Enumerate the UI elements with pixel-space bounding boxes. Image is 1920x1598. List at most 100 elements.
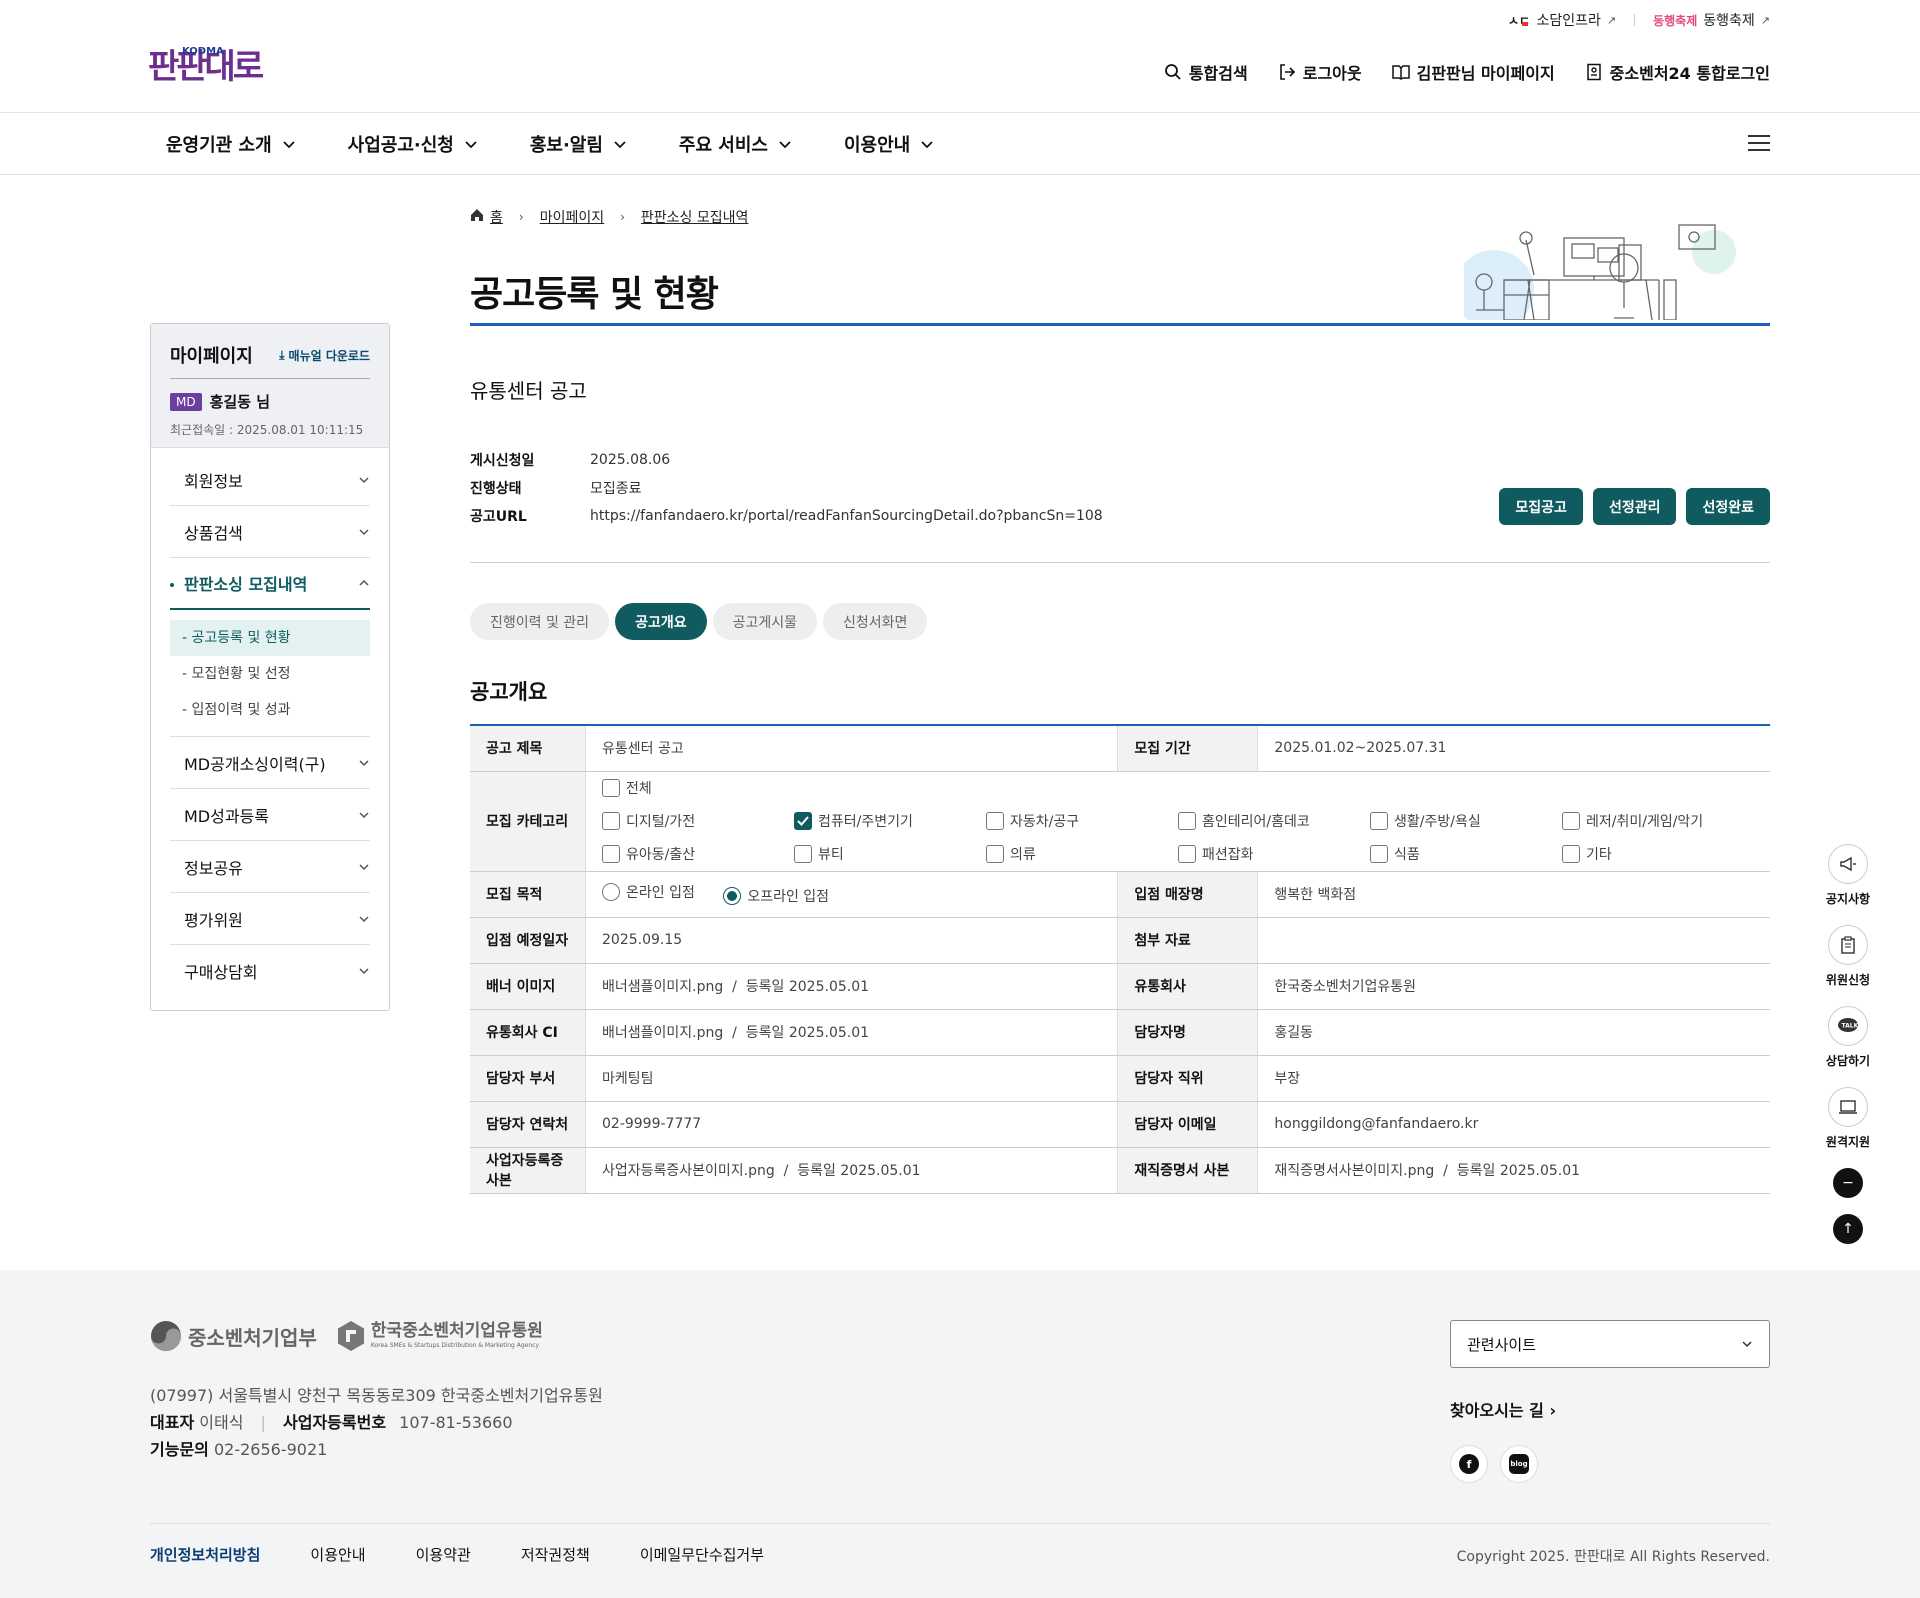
side-nav-header: 마이페이지 ⤓ 매뉴얼 다운로드 MD 홍길동 님 최근접속일 : 2025.08… [151, 324, 389, 448]
chevron-down-icon [614, 141, 626, 149]
checkbox-category[interactable]: 뷰티 [794, 844, 986, 864]
external-link-icon: ↗ [1606, 13, 1617, 27]
table-row: 모집 카테고리 전체 디지털/가전 컴퓨터/주변기기 자동차/공구 홈인테리어/… [470, 771, 1770, 872]
chevron-right-icon: › [518, 210, 524, 224]
table-row: 공고 제목 유통센터 공고 모집 기간 2025.01.02~2025.07.3… [470, 725, 1770, 772]
logout-icon [1279, 64, 1295, 80]
email-refusal-link[interactable]: 이메일무단수집거부 [640, 1544, 764, 1565]
sodam-link[interactable]: ㅅㄷ 소담인프라 ↗ [1508, 10, 1616, 30]
quick-menu: 공지사항 위원신청 TALK 상담하기 원격지원 − ↑ [1817, 844, 1879, 1260]
mypage-link[interactable]: 김판판님 마이페이지 [1391, 60, 1555, 84]
side-nav-sub-selection[interactable]: - 모집현황 및 선정 [170, 656, 370, 692]
gnb-item-guide[interactable]: 이용안내 [844, 113, 934, 175]
last-login: 최근접속일 : 2025.08.01 10:11:15 [170, 423, 364, 437]
gnb-item-about[interactable]: 운영기관 소개 [166, 113, 296, 175]
checkbox-category[interactable]: 의류 [986, 844, 1178, 864]
tab-overview[interactable]: 공고개요 [615, 603, 707, 640]
checkbox-category[interactable]: 자동차/공구 [986, 811, 1178, 831]
md-badge: MD [170, 392, 202, 411]
collapse-icon[interactable]: − [1833, 1168, 1863, 1198]
search-link[interactable]: 통합검색 [1164, 60, 1248, 84]
document-icon [1586, 63, 1601, 81]
scroll-top-icon[interactable]: ↑ [1833, 1214, 1863, 1244]
chevron-down-icon [359, 528, 369, 535]
sodam-logo-icon: ㅅㄷ [1508, 12, 1530, 28]
site-logo[interactable]: 판판대로 KODMA [148, 46, 264, 84]
banner-file[interactable]: 배너샘플이미지.png / 등록일 2025.05.01 [585, 963, 1119, 1010]
checkbox-category[interactable]: 유아동/출산 [602, 844, 794, 864]
radio-online[interactable]: 온라인 입점 [602, 882, 695, 902]
chevron-down-icon [779, 141, 791, 149]
recruit-notice-button[interactable]: 모집공고 [1499, 488, 1583, 525]
side-nav-item-info-share[interactable]: 정보공유 [170, 841, 370, 893]
table-row: 사업자등록증 사본 사업자등록증사본이미지.png / 등록일 2025.05.… [470, 1147, 1770, 1194]
side-nav-item-evaluator[interactable]: 평가위원 [170, 893, 370, 945]
side-nav-item-consult[interactable]: 구매상담회 [170, 945, 370, 997]
blog-link[interactable]: blog [1500, 1445, 1538, 1483]
checkbox-all[interactable]: 전체 [602, 778, 794, 798]
side-nav-item-member[interactable]: 회원정보 [170, 454, 370, 506]
table-row: 유통회사 CI 배너샘플이미지.png / 등록일 2025.05.01 담당자… [470, 1009, 1770, 1056]
copyright-policy-link[interactable]: 저작권정책 [521, 1544, 590, 1565]
quick-apply[interactable]: 위원신청 [1826, 925, 1870, 988]
side-nav-item-md-history[interactable]: MD공개소싱이력(구) [170, 737, 370, 789]
gnb-item-services[interactable]: 주요 서비스 [679, 113, 792, 175]
checkbox-category[interactable]: 식품 [1370, 844, 1562, 864]
breadcrumb-mypage[interactable]: 마이페이지 [540, 207, 604, 227]
selection-manage-button[interactable]: 선정관리 [1592, 488, 1677, 525]
quick-remote[interactable]: 원격지원 [1826, 1087, 1870, 1150]
side-nav-sub-registration[interactable]: - 공고등록 및 현황 [170, 620, 370, 656]
directions-link[interactable]: 찾아오시는 길 › [1450, 1397, 1556, 1421]
terms-link[interactable]: 이용약관 [416, 1544, 471, 1565]
side-nav-item-md-performance[interactable]: MD성과등록 [170, 789, 370, 841]
checkbox-category[interactable]: 레저/취미/게임/악기 [1562, 811, 1754, 831]
donghaeng-logo: 동행축제 [1653, 13, 1698, 28]
facebook-link[interactable]: f [1450, 1445, 1488, 1483]
checkbox-category[interactable]: 디지털/가전 [602, 811, 794, 831]
radio-offline[interactable]: 오프라인 입점 [723, 886, 829, 906]
privacy-policy-link[interactable]: 개인정보처리방침 [150, 1544, 260, 1565]
breadcrumb-home[interactable]: 홈 [490, 207, 503, 227]
usage-guide-link[interactable]: 이용안내 [310, 1544, 365, 1565]
biz-license-file[interactable]: 사업자등록증사본이미지.png / 등록일 2025.05.01 [585, 1147, 1119, 1194]
copyright: Copyright 2025. 판판대로 All Rights Reserved… [1456, 1549, 1770, 1565]
table-row: 배너 이미지 배너샘플이미지.png / 등록일 2025.05.01 유통회사… [470, 963, 1770, 1010]
facebook-icon: f [1459, 1454, 1479, 1474]
gnb-item-promo[interactable]: 홍보·알림 [530, 113, 627, 175]
checkbox-category[interactable]: 홈인테리어/홈데코 [1178, 811, 1370, 831]
chevron-down-icon [465, 141, 477, 149]
selection-complete-button[interactable]: 선정완료 [1686, 488, 1770, 525]
notice-url[interactable]: https://fanfandaero.kr/portal/readFanfan… [590, 508, 1103, 524]
donghaeng-link[interactable]: 동행축제 동행축제 ↗ [1653, 10, 1770, 30]
mss-logo[interactable]: 중소벤처기업부 [150, 1320, 317, 1352]
integrated-login-link[interactable]: 중소벤처24 통합로그인 [1585, 60, 1770, 84]
related-sites-select[interactable]: 관련사이트 [1450, 1320, 1770, 1368]
external-link-icon: ↗ [1760, 13, 1770, 27]
side-nav-sub-history[interactable]: - 입점이력 및 성과 [170, 692, 370, 728]
quick-consult[interactable]: TALK 상담하기 [1826, 1006, 1870, 1069]
breadcrumb-current[interactable]: 판판소싱 모집내역 [641, 207, 749, 227]
checkbox-category[interactable]: 생활/주방/욕실 [1370, 811, 1562, 831]
quick-notice[interactable]: 공지사항 [1826, 844, 1870, 907]
manual-download-link[interactable]: ⤓ 매뉴얼 다운로드 [279, 347, 370, 364]
divider [150, 1523, 1770, 1524]
chevron-down-icon [359, 915, 369, 922]
gnb-item-business[interactable]: 사업공고·신청 [348, 113, 478, 175]
side-nav-submenu: - 공고등록 및 현황 - 모집현황 및 선정 - 입점이력 및 성과 [170, 610, 370, 737]
progress-status: 모집종료 [590, 481, 642, 497]
footer-address: (07997) 서울특별시 양천구 목동동로309 한국중소벤처기업유통원 대표… [150, 1386, 603, 1459]
checkbox-category[interactable]: 기타 [1562, 844, 1754, 864]
ci-file[interactable]: 배너샘플이미지.png / 등록일 2025.05.01 [585, 1009, 1119, 1056]
kodma-logo[interactable]: 한국중소벤처기업유통원 Korea SMEs & Startups Distri… [337, 1320, 543, 1352]
hamburger-menu-icon[interactable] [1748, 133, 1770, 157]
chevron-down-icon [359, 863, 369, 870]
tab-application[interactable]: 신청서화면 [823, 603, 928, 640]
tab-history[interactable]: 진행이력 및 관리 [470, 603, 610, 640]
checkbox-category[interactable]: 패션잡화 [1178, 844, 1370, 864]
side-nav-item-product[interactable]: 상품검색 [170, 506, 370, 558]
side-nav-item-sourcing[interactable]: 판판소싱 모집내역 [170, 558, 370, 610]
tab-posts[interactable]: 공고게시물 [712, 603, 817, 640]
employment-cert-file[interactable]: 재직증명서사본이미지.png / 등록일 2025.05.01 [1257, 1147, 1770, 1194]
checkbox-category[interactable]: 컴퓨터/주변기기 [794, 811, 986, 831]
logout-link[interactable]: 로그아웃 [1278, 60, 1362, 84]
